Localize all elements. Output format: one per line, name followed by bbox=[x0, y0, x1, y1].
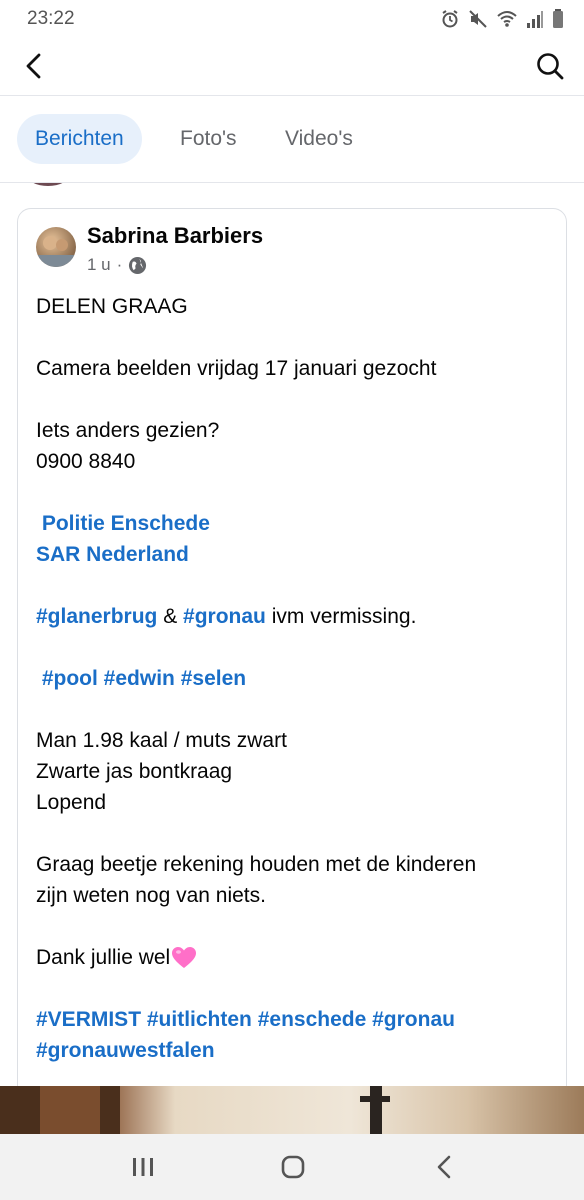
tab-videos[interactable]: Video's bbox=[267, 114, 371, 164]
hashtag-gronau[interactable]: #gronau bbox=[366, 1008, 455, 1031]
post-line: Lopend bbox=[36, 791, 107, 814]
search-button[interactable] bbox=[534, 50, 566, 82]
hashtag-uitlichten[interactable]: #uitlichten bbox=[141, 1008, 252, 1031]
hashtag-enschede[interactable]: #enschede bbox=[252, 1008, 367, 1031]
home-icon bbox=[281, 1155, 305, 1179]
status-icons bbox=[440, 8, 564, 30]
post-line: Dank jullie wel bbox=[36, 942, 556, 973]
post-line: Iets anders gezien? bbox=[36, 419, 220, 442]
post-time: 1 u bbox=[87, 255, 111, 274]
hashtag-vermist[interactable]: #VERMIST bbox=[36, 1008, 141, 1031]
post-text: & bbox=[157, 605, 184, 628]
hashtag-pool[interactable]: #pool bbox=[36, 667, 98, 690]
post-text: Dank jullie wel bbox=[36, 946, 171, 969]
profile-tabs: Berichten Foto's Video's bbox=[0, 97, 584, 183]
globe-icon bbox=[129, 256, 147, 274]
app-bar bbox=[0, 36, 584, 96]
search-icon bbox=[537, 53, 564, 80]
post-photo[interactable] bbox=[0, 1086, 584, 1134]
nav-back-icon bbox=[437, 1155, 451, 1179]
home-button[interactable] bbox=[278, 1152, 308, 1182]
back-arrow-icon bbox=[26, 53, 41, 79]
post-meta: 1 u · bbox=[87, 255, 147, 275]
signal-icon bbox=[527, 11, 543, 28]
post-line: DELEN GRAAG bbox=[36, 295, 188, 318]
hashtag-glanerbrug[interactable]: #glanerbrug bbox=[36, 605, 157, 628]
recents-button[interactable] bbox=[128, 1152, 158, 1182]
wifi-icon bbox=[497, 11, 517, 27]
post-line: 0900 8840 bbox=[36, 450, 136, 473]
post-line: Graag beetje rekening houden met de kind… bbox=[36, 853, 477, 876]
post-line: #pool #edwin #selen bbox=[36, 663, 556, 694]
mute-icon bbox=[469, 10, 487, 28]
hashtag-edwin[interactable]: #edwin bbox=[98, 667, 175, 690]
post-line: Man 1.98 kaal / muts zwart bbox=[36, 729, 287, 752]
post-card: Sabrina Barbiers 1 u · DELEN GRAAG Camer… bbox=[17, 208, 567, 1108]
nav-back-button[interactable] bbox=[430, 1152, 460, 1182]
hashtag-gronauwestfalen[interactable]: #gronauwestfalen bbox=[36, 1035, 556, 1066]
hashtag-gronau[interactable]: #gronau bbox=[183, 605, 266, 628]
meta-separator: · bbox=[116, 255, 123, 274]
tab-fotos[interactable]: Foto's bbox=[162, 114, 255, 164]
post-line: zijn weten nog van niets. bbox=[36, 884, 266, 907]
post-line: #glanerbrug & #gronau ivm vermissing. bbox=[36, 601, 556, 632]
post-line: #VERMIST #uitlichten #enschede #gronau bbox=[36, 1004, 556, 1035]
post-author[interactable]: Sabrina Barbiers bbox=[87, 223, 263, 249]
alarm-icon bbox=[442, 10, 458, 28]
post-body: DELEN GRAAG Camera beelden vrijdag 17 ja… bbox=[36, 291, 556, 1066]
battery-icon bbox=[553, 9, 563, 28]
mention-politie-enschede[interactable]: Politie Enschede bbox=[36, 508, 556, 539]
system-nav-bar bbox=[0, 1134, 584, 1200]
post-text: ivm vermissing. bbox=[265, 605, 417, 628]
hashtag-selen[interactable]: #selen bbox=[175, 667, 246, 690]
back-button[interactable] bbox=[18, 50, 50, 82]
tab-berichten[interactable]: Berichten bbox=[17, 114, 142, 164]
post-line: Zwarte jas bontkraag bbox=[36, 760, 233, 783]
avatar[interactable] bbox=[36, 227, 76, 267]
post-line: Camera beelden vrijdag 17 januari gezoch… bbox=[36, 357, 437, 380]
heart-emoji-icon bbox=[172, 946, 197, 968]
recents-icon bbox=[133, 1158, 153, 1176]
status-bar: 23:22 bbox=[0, 0, 584, 36]
mention-sar-nederland[interactable]: SAR Nederland bbox=[36, 539, 556, 570]
status-time: 23:22 bbox=[27, 8, 75, 29]
